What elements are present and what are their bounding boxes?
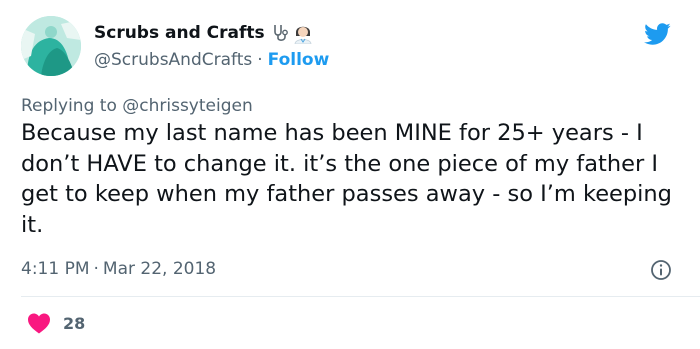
heart-icon[interactable]: [27, 312, 51, 334]
tweet-time[interactable]: 4:11 PM: [21, 259, 90, 279]
author-handle[interactable]: @ScrubsAndCrafts: [94, 50, 252, 70]
like-count: 28: [63, 313, 86, 333]
tweet-text: Because my last name has been MINE for 2…: [21, 120, 672, 238]
twitter-bird-icon[interactable]: [640, 20, 674, 48]
like-button[interactable]: 28: [27, 312, 85, 334]
replying-to-prefix: Replying to: [21, 96, 117, 116]
info-icon[interactable]: [650, 259, 672, 281]
divider: [21, 296, 700, 297]
timestamp-separator: ·: [93, 259, 99, 279]
author-emojis: [271, 22, 313, 44]
health-worker-emoji: [294, 26, 312, 44]
tweet-timestamp[interactable]: 4:11 PM · Mar 22, 2018: [21, 259, 216, 279]
tweet-date[interactable]: Mar 22, 2018: [103, 259, 216, 279]
author-name-row[interactable]: Scrubs and Crafts: [94, 22, 313, 44]
replying-to: Replying to @chrissyteigen: [21, 96, 253, 116]
avatar[interactable]: [21, 16, 81, 76]
replying-to-mention[interactable]: @chrissyteigen: [122, 96, 252, 116]
tweet-card: Scrubs and Crafts @ScrubsAndCrafts · Follo…: [0, 0, 700, 349]
stethoscope-emoji: [273, 25, 288, 41]
author-display-name[interactable]: Scrubs and Crafts: [94, 23, 265, 43]
handle-separator: ·: [257, 50, 263, 70]
author-handle-row: @ScrubsAndCrafts · Follow: [94, 50, 329, 70]
follow-button[interactable]: Follow: [268, 50, 330, 70]
